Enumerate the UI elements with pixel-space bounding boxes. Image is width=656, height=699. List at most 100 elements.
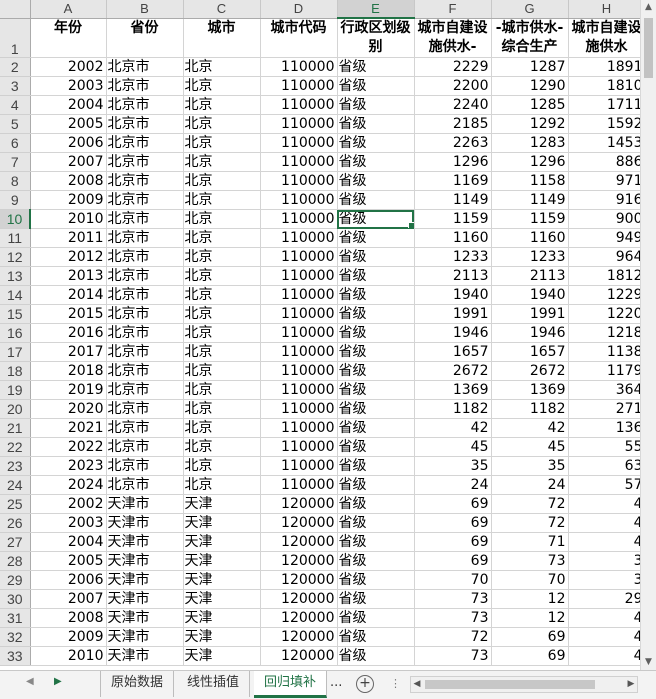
tab-regression-fill[interactable]: 回归填补 <box>254 671 328 698</box>
cell-h[interactable]: 1891 <box>568 57 646 77</box>
cell-province[interactable]: 北京市 <box>106 266 184 286</box>
cell-g[interactable]: 1290 <box>491 76 569 96</box>
cell-h[interactable]: 4 <box>568 494 646 514</box>
horizontal-scroll-thumb[interactable] <box>425 680 595 689</box>
cell-f[interactable]: 1149 <box>414 190 492 210</box>
cell-h[interactable]: 4 <box>568 513 646 533</box>
column-header-d[interactable]: D <box>260 0 338 19</box>
fill-handle[interactable] <box>407 222 413 228</box>
row-header[interactable]: 8 <box>0 171 31 191</box>
cell-g[interactable]: 69 <box>491 646 569 666</box>
cell-h[interactable]: 271 <box>568 399 646 419</box>
cell-g[interactable]: 45 <box>491 437 569 457</box>
cell-year[interactable]: 2023 <box>30 456 107 476</box>
spreadsheet-grid[interactable]: ABCDEFGH 1 年份 省份 城市 城市代码 行政区划级别 城市自建设施供水… <box>0 0 656 670</box>
cell-city-code[interactable]: 110000 <box>260 57 338 77</box>
tab-linear-interpolation[interactable]: 线性插值 <box>177 671 251 697</box>
cell-admin-level[interactable]: 省级 <box>337 399 415 419</box>
cell-year[interactable]: 2014 <box>30 285 107 305</box>
cell-h[interactable]: 1812 <box>568 266 646 286</box>
cell-province[interactable]: 天津市 <box>106 494 184 514</box>
cell-city[interactable]: 北京 <box>183 247 261 267</box>
cell-h[interactable]: 4 <box>568 532 646 552</box>
cell-h[interactable]: 4 <box>568 627 646 647</box>
row-header[interactable]: 17 <box>0 342 31 362</box>
cell-g[interactable]: 24 <box>491 475 569 495</box>
row-header[interactable]: 31 <box>0 608 31 628</box>
column-header-f[interactable]: F <box>414 0 492 19</box>
cell-g[interactable]: 12 <box>491 608 569 628</box>
cell-city-code[interactable]: 120000 <box>260 551 338 571</box>
row-header[interactable]: 28 <box>0 551 31 571</box>
cell-f[interactable]: 72 <box>414 627 492 647</box>
cell-f[interactable]: 1233 <box>414 247 492 267</box>
cell-city-code[interactable]: 110000 <box>260 171 338 191</box>
column-header-b[interactable]: B <box>106 0 184 19</box>
cell-city[interactable]: 北京 <box>183 76 261 96</box>
cell-f[interactable]: 1991 <box>414 304 492 324</box>
cell-city[interactable]: 北京 <box>183 171 261 191</box>
cell-h[interactable]: 964 <box>568 247 646 267</box>
column-header-a[interactable]: A <box>30 0 107 19</box>
cell-admin-level[interactable]: 省级 <box>337 133 415 153</box>
cell-f[interactable]: 35 <box>414 456 492 476</box>
cell-year[interactable]: 2009 <box>30 627 107 647</box>
horizontal-scrollbar[interactable]: ◀ ▶ <box>410 676 638 693</box>
row-header[interactable]: 3 <box>0 76 31 96</box>
cell-year[interactable]: 2004 <box>30 532 107 552</box>
cell-year[interactable]: 2007 <box>30 152 107 172</box>
cell-city-code[interactable]: 110000 <box>260 152 338 172</box>
cell-f[interactable]: 73 <box>414 646 492 666</box>
cell-year[interactable]: 2011 <box>30 228 107 248</box>
cell-city-code[interactable]: 110000 <box>260 456 338 476</box>
cell-h[interactable]: 55 <box>568 437 646 457</box>
cell-city[interactable]: 北京 <box>183 190 261 210</box>
header-cell-city-code[interactable]: 城市代码 <box>260 18 338 58</box>
cell-city-code[interactable]: 120000 <box>260 494 338 514</box>
cell-g[interactable]: 1159 <box>491 209 569 229</box>
cell-city[interactable]: 北京 <box>183 342 261 362</box>
cell-city-code[interactable]: 110000 <box>260 418 338 438</box>
cell-admin-level[interactable]: 省级 <box>337 570 415 590</box>
cell-year[interactable]: 2021 <box>30 418 107 438</box>
header-cell-year[interactable]: 年份 <box>30 18 107 58</box>
cell-admin-level[interactable]: 省级 <box>337 304 415 324</box>
header-cell-province[interactable]: 省份 <box>106 18 184 58</box>
cell-g[interactable]: 1158 <box>491 171 569 191</box>
cell-admin-level[interactable]: 省级 <box>337 380 415 400</box>
cell-year[interactable]: 2008 <box>30 608 107 628</box>
row-header[interactable]: 13 <box>0 266 31 286</box>
cell-f[interactable]: 69 <box>414 494 492 514</box>
row-header[interactable]: 14 <box>0 285 31 305</box>
cell-h[interactable]: 916 <box>568 190 646 210</box>
row-header[interactable]: 30 <box>0 589 31 609</box>
cell-province[interactable]: 北京市 <box>106 399 184 419</box>
cell-admin-level[interactable]: 省级 <box>337 95 415 115</box>
cell-city-code[interactable]: 110000 <box>260 209 338 229</box>
cell-year[interactable]: 2018 <box>30 361 107 381</box>
cell-g[interactable]: 1283 <box>491 133 569 153</box>
cell-admin-level[interactable]: 省级 <box>337 589 415 609</box>
cell-admin-level[interactable]: 省级 <box>337 342 415 362</box>
add-sheet-button[interactable]: + <box>356 675 374 693</box>
cell-f[interactable]: 1946 <box>414 323 492 343</box>
cell-province[interactable]: 北京市 <box>106 361 184 381</box>
row-header[interactable]: 1 <box>0 18 31 58</box>
header-cell-city[interactable]: 城市 <box>183 18 261 58</box>
cell-city-code[interactable]: 110000 <box>260 380 338 400</box>
cell-admin-level[interactable]: 省级 <box>337 475 415 495</box>
cell-h[interactable]: 949 <box>568 228 646 248</box>
cell-province[interactable]: 北京市 <box>106 95 184 115</box>
column-header-h[interactable]: H <box>568 0 646 19</box>
more-sheets-button[interactable]: ... <box>330 675 342 690</box>
cell-city-code[interactable]: 110000 <box>260 342 338 362</box>
cell-g[interactable]: 73 <box>491 551 569 571</box>
cell-city[interactable]: 北京 <box>183 228 261 248</box>
row-header[interactable]: 11 <box>0 228 31 248</box>
cell-city-code[interactable]: 110000 <box>260 399 338 419</box>
next-sheet-icon[interactable]: ▶ <box>54 676 62 687</box>
cell-admin-level[interactable]: 省级 <box>337 437 415 457</box>
header-cell-self-built-supply-2[interactable]: 城市自建设施供水 <box>568 18 646 58</box>
cell-city[interactable]: 北京 <box>183 437 261 457</box>
cell-year[interactable]: 2007 <box>30 589 107 609</box>
